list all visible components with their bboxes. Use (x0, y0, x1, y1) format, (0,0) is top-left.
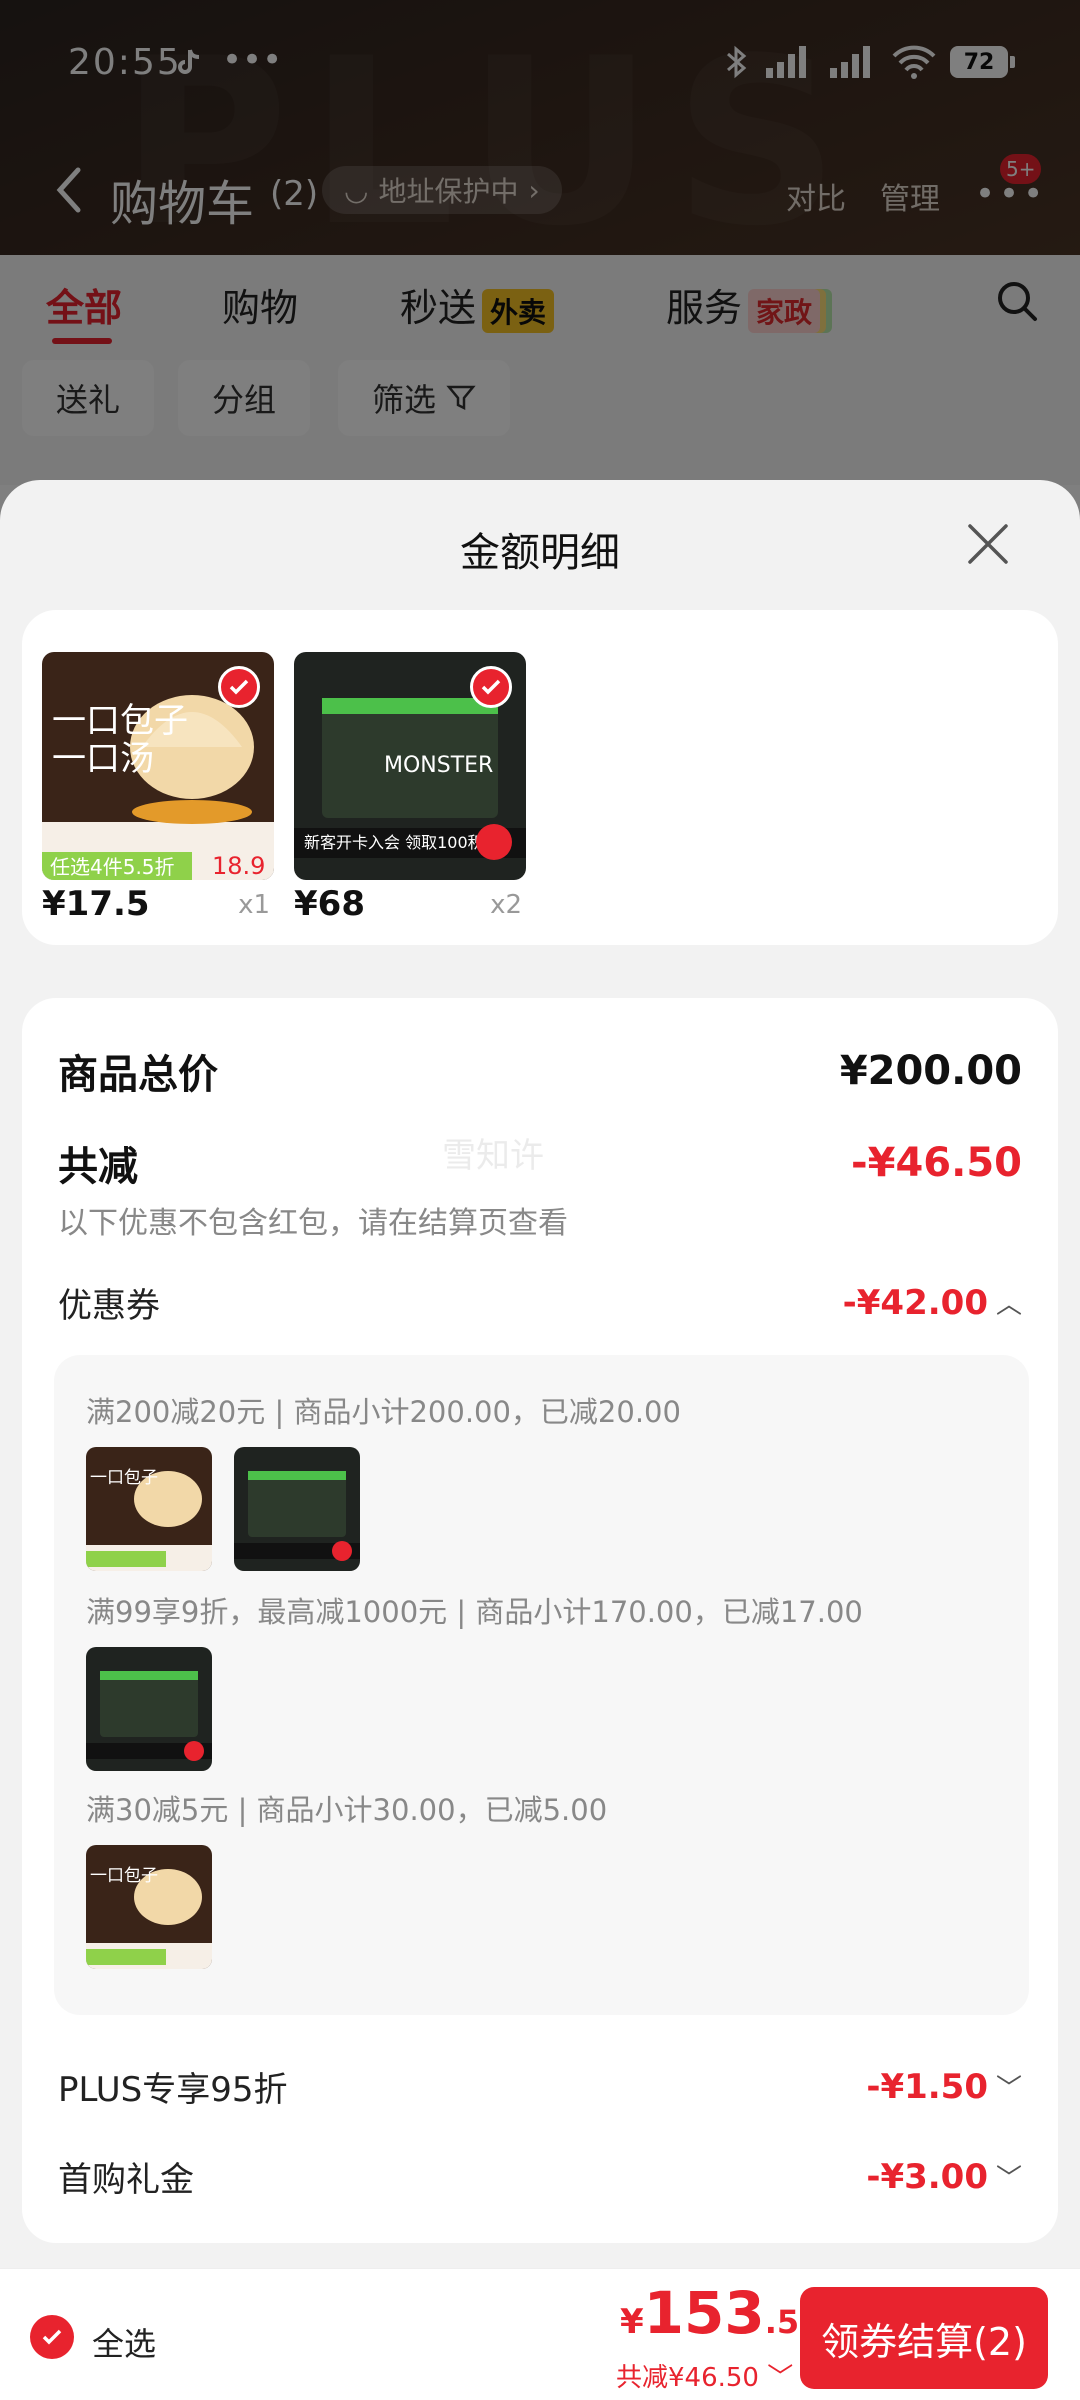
total-price-row: 商品总价 ¥200.00 (58, 1042, 1022, 1100)
discount-label: 共减 (58, 1144, 138, 1190)
select-all-label[interactable]: 全选 (92, 2319, 156, 2365)
coupon-value: -¥42.00 (842, 1282, 988, 1323)
coupon-line: 满30减5元 | 商品小计30.00，已减5.00 (86, 1793, 608, 1827)
product-qty: x2 (490, 890, 522, 920)
plus-discount-value: -¥1.50 (866, 2066, 988, 2107)
soup-dumpling-mini-thumb: 一口包子 (86, 1845, 212, 1969)
coupon-value-wrap: -¥42.00 ︿ (843, 1283, 1022, 1323)
svg-text:一口汤: 一口汤 (52, 739, 154, 779)
discount-value: -¥46.50 (851, 1140, 1022, 1186)
amount-details-card: 商品总价 ¥200.00 雪知许 共减 -¥46.50 以下优惠不包含红包，请在… (22, 998, 1058, 2243)
amount-detail-sheet: 金额明细 一口包子 一口汤 任选4件5.5折 18.9 ¥17.5 x1 MON… (0, 480, 1080, 2400)
product-price: ¥17.5 (42, 884, 150, 924)
monster-energy-mini-thumb (234, 1447, 360, 1571)
plus-discount-label: PLUS专享95折 (58, 2070, 288, 2110)
chevron-up-icon[interactable]: ︿ (996, 1284, 1022, 1321)
selected-check-icon[interactable] (470, 666, 512, 708)
first-value-wrap: -¥3.00 ﹀ (866, 2157, 1022, 2197)
product-item[interactable]: MONSTER 新客开卡入会 领取100积分 ¥68 x2 (294, 652, 526, 924)
svg-text:新客开卡入会 领取100积分: 新客开卡入会 领取100积分 (304, 833, 500, 852)
currency-symbol: ¥ (620, 2302, 644, 2342)
first-purchase-row[interactable]: 首购礼金 -¥3.00 ﹀ (58, 2152, 1022, 2201)
coupon-line: 满99享9折，最高减1000元 | 商品小计170.00，已减17.00 (86, 1595, 863, 1629)
first-purchase-value: -¥3.00 (866, 2156, 988, 2197)
saved-amount-label: 共减¥46.50 (616, 2363, 759, 2393)
svg-text:MONSTER: MONSTER (384, 753, 493, 778)
svg-text:一口包子: 一口包子 (52, 701, 188, 741)
coupon-breakdown: 满200减20元 | 商品小计200.00，已减20.00 一口包子 满99享9… (54, 1355, 1029, 2015)
total-price-label: 商品总价 (58, 1052, 218, 1098)
chevron-down-icon: ﹀ (767, 2363, 794, 2393)
plus-discount-row[interactable]: PLUS专享95折 -¥1.50 ﹀ (58, 2062, 1022, 2111)
checkout-button[interactable]: 领券结算(2) (800, 2287, 1048, 2389)
monster-energy-mini-thumb (86, 1647, 212, 1771)
svg-text:一口包子: 一口包子 (90, 1468, 158, 1488)
selected-check-icon[interactable] (218, 666, 260, 708)
monster-energy-thumb: MONSTER 新客开卡入会 领取100积分 (294, 652, 526, 880)
selected-products-card: 一口包子 一口汤 任选4件5.5折 18.9 ¥17.5 x1 MONSTER … (22, 610, 1058, 945)
total-payable: ¥153.50 (620, 2279, 821, 2347)
sheet-title: 金额明细 (460, 530, 620, 576)
chevron-down-icon[interactable]: ﹀ (996, 2068, 1022, 2105)
discount-row: 共减 -¥46.50 (58, 1134, 1022, 1192)
first-purchase-label: 首购礼金 (58, 2160, 194, 2200)
svg-text:一口包子: 一口包子 (90, 1866, 158, 1886)
discount-note: 以下优惠不包含红包，请在结算页查看 (58, 1206, 568, 1241)
close-icon[interactable] (964, 520, 1012, 568)
soup-dumpling-mini-thumb: 一口包子 (86, 1447, 212, 1571)
product-price: ¥68 (294, 884, 365, 924)
chevron-down-icon[interactable]: ﹀ (996, 2158, 1022, 2195)
product-qty: x1 (238, 890, 270, 920)
coupon-label: 优惠券 (58, 1286, 160, 1326)
soup-dumpling-thumb: 一口包子 一口汤 任选4件5.5折 18.9 (42, 652, 274, 880)
svg-text:任选4件5.5折: 任选4件5.5折 (50, 855, 175, 879)
coupon-row[interactable]: 优惠券 -¥42.00 ︿ (58, 1278, 1022, 1327)
product-item[interactable]: 一口包子 一口汤 任选4件5.5折 18.9 ¥17.5 x1 (42, 652, 274, 924)
plus-value-wrap: -¥1.50 ﹀ (866, 2067, 1022, 2107)
total-price-value: ¥200.00 (839, 1048, 1022, 1094)
svg-text:18.9: 18.9 (212, 852, 265, 880)
coupon-line: 满200减20元 | 商品小计200.00，已减20.00 (86, 1395, 681, 1429)
price-integer: 153 (643, 2279, 765, 2347)
saved-amount[interactable]: 共减¥46.50 ﹀ (616, 2357, 793, 2394)
select-all-checkbox[interactable] (30, 2315, 74, 2359)
checkout-bar: 全选 ¥153.50 共减¥46.50 ﹀ 领券结算(2) (0, 2268, 1080, 2400)
